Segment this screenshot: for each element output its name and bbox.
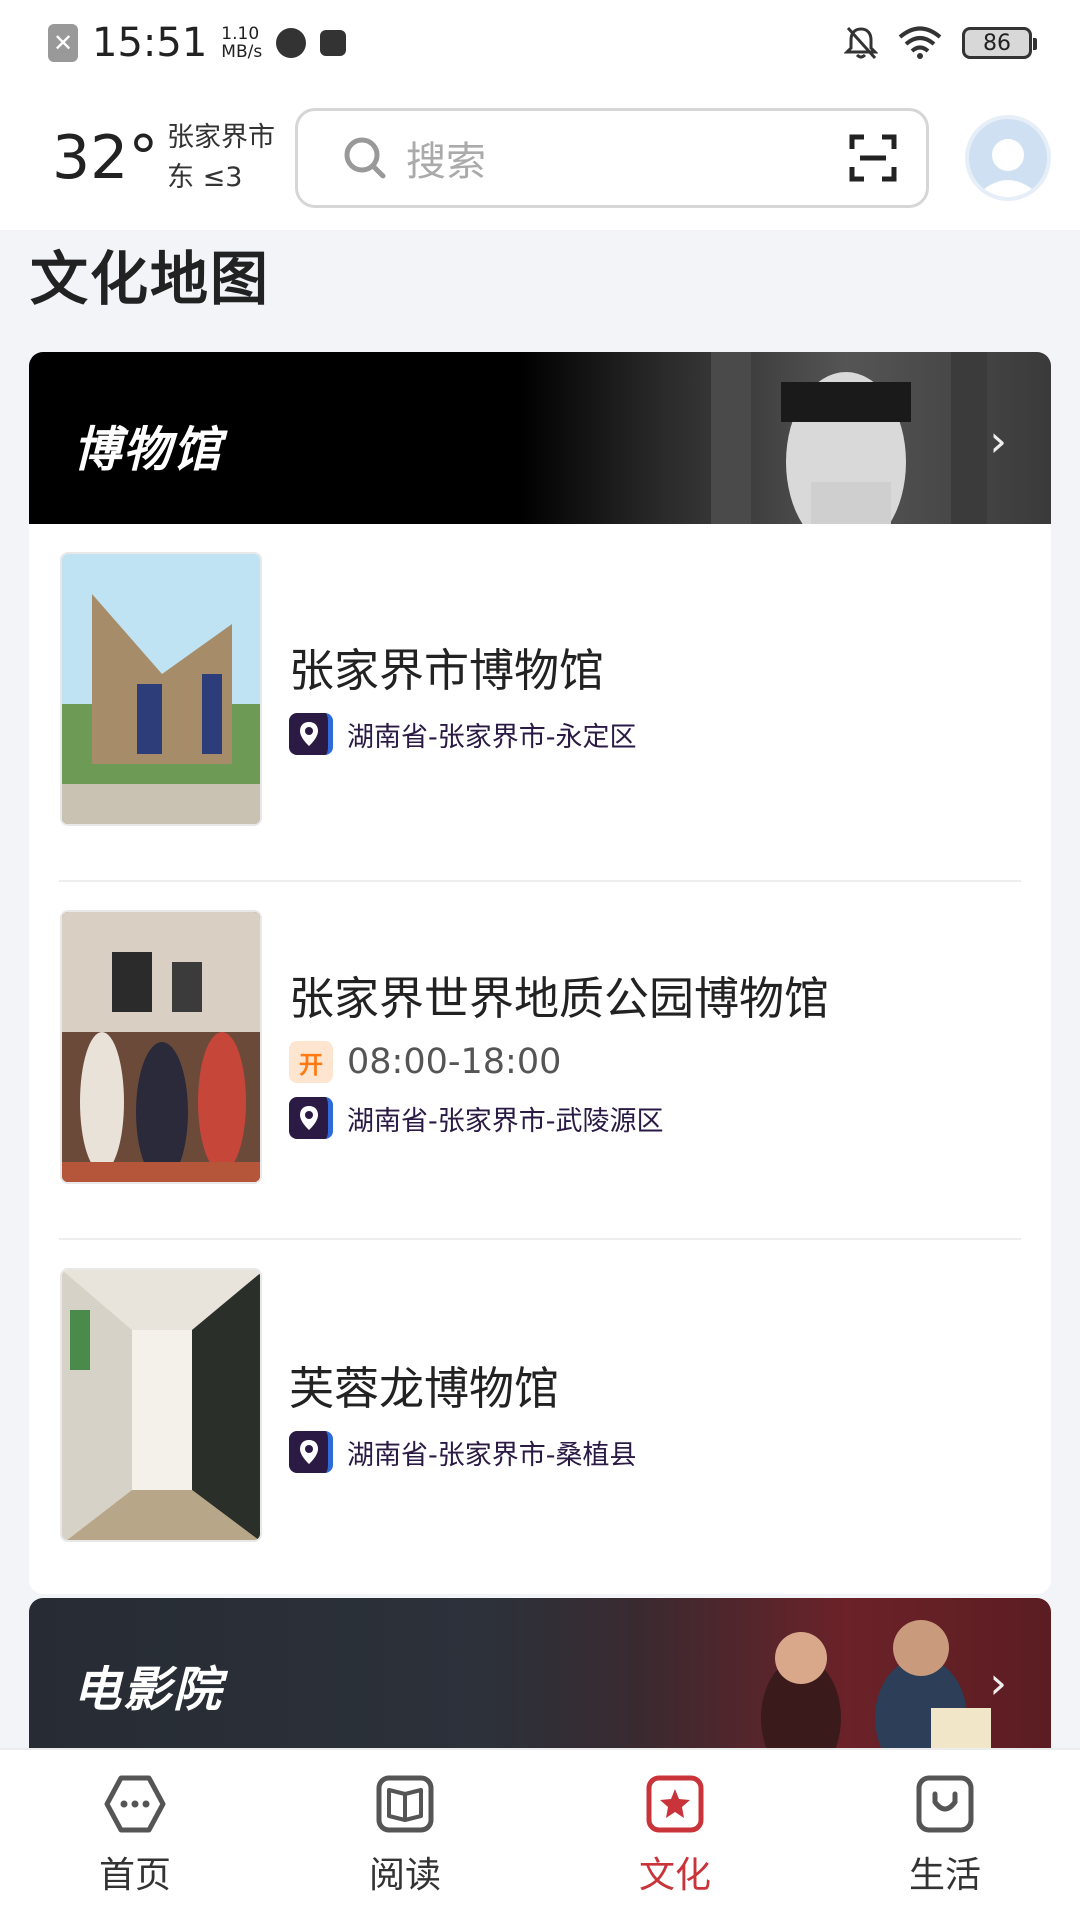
location-pin-icon [289, 1097, 333, 1139]
location-pin-icon [289, 1431, 333, 1473]
museum-corridor-image [62, 1270, 260, 1540]
museum-thumbnail [60, 552, 262, 826]
cinema-banner-image [761, 1620, 991, 1748]
network-speed: 1.10 MB/s [221, 24, 263, 62]
location-text: 湖南省-张家界市-桑植县 [347, 1439, 637, 1471]
book-icon [376, 1775, 434, 1833]
list-item[interactable]: 张家界市博物馆 湖南省-张家界市-永定区 [29, 552, 1051, 852]
temperature: 32° [52, 123, 159, 193]
bottom-tab-bar: 首页 阅读 文化 生活 [0, 1748, 1080, 1920]
wind-info: 东 ≤3 [167, 162, 243, 193]
wifi-icon [898, 26, 942, 59]
star-badge-icon [646, 1775, 704, 1833]
chevron-right-icon[interactable]: › [989, 1658, 1007, 1709]
user-avatar[interactable] [965, 115, 1051, 201]
museum-building-image [62, 554, 260, 824]
location-row: 湖南省-张家界市-桑植县 [289, 1431, 637, 1473]
status-bar: ✕ 15:51 1.10 MB/s 86 [0, 0, 1080, 86]
city-name: 张家界市 [167, 122, 275, 153]
bag-smile-icon [916, 1775, 974, 1833]
museum-name: 芙蓉龙博物馆 [289, 1362, 560, 1415]
search-bar[interactable]: 搜索 [295, 108, 929, 208]
list-item[interactable]: 张家界世界地质公园博物馆 开 08:00-18:00 湖南省-张家界市-武陵源区 [29, 910, 1051, 1210]
museum-interior-image [62, 912, 260, 1182]
chevron-right-icon[interactable]: › [989, 416, 1007, 467]
statue-banner-image [711, 352, 987, 524]
tab-life[interactable]: 生活 [810, 1750, 1080, 1920]
tab-reading[interactable]: 阅读 [270, 1750, 540, 1920]
cinema-section-title: 电影院 [73, 1662, 224, 1718]
tab-culture[interactable]: 文化 [540, 1750, 810, 1920]
search-icon [344, 137, 386, 179]
list-item[interactable]: 芙蓉龙博物馆 湖南省-张家界市-桑植县 [29, 1268, 1051, 1568]
divider [59, 880, 1021, 882]
museum-section-title: 博物馆 [73, 422, 224, 478]
open-status-icon: 开 [289, 1041, 333, 1083]
default-avatar-icon [975, 139, 1041, 197]
bell-off-icon [844, 26, 878, 60]
museum-thumbnail [60, 910, 262, 1184]
museum-section-banner[interactable]: 博物馆 › [29, 352, 1051, 524]
page-title: 文化地图 [30, 245, 271, 313]
location-row: 湖南省-张家界市-永定区 [289, 713, 637, 755]
home-hexagon-icon [104, 1775, 166, 1833]
cinema-section-banner[interactable]: 电影院 › [29, 1598, 1051, 1748]
location-text: 湖南省-张家界市-武陵源区 [347, 1105, 664, 1137]
museum-thumbnail [60, 1268, 262, 1542]
top-header: 32° 张家界市 东 ≤3 搜索 [0, 86, 1080, 230]
app-square-icon [320, 30, 347, 56]
museum-section-card: 博物馆 › 张家界市博物馆 湖南省-张家界市-永定区 张家界世界地质公园博物馆 … [29, 352, 1051, 1594]
location-row: 湖南省-张家界市-武陵源区 [289, 1097, 829, 1139]
battery-indicator: 86 [962, 27, 1037, 59]
status-time: 15:51 [92, 20, 208, 66]
tab-home[interactable]: 首页 [0, 1750, 270, 1920]
location-pin-icon [289, 713, 333, 755]
hours-row: 开 08:00-18:00 [289, 1041, 829, 1083]
museum-name: 张家界市博物馆 [289, 644, 605, 697]
search-input[interactable]: 搜索 [406, 129, 848, 187]
weather-info[interactable]: 张家界市 东 ≤3 [167, 118, 295, 198]
location-text: 湖南省-张家界市-永定区 [347, 721, 637, 753]
opening-hours: 08:00-18:00 [347, 1042, 562, 1082]
divider [59, 1238, 1021, 1240]
notification-close-icon: ✕ [48, 24, 78, 62]
planet-app-icon [276, 28, 307, 58]
scan-icon[interactable] [848, 133, 898, 183]
museum-name: 张家界世界地质公园博物馆 [289, 972, 830, 1025]
